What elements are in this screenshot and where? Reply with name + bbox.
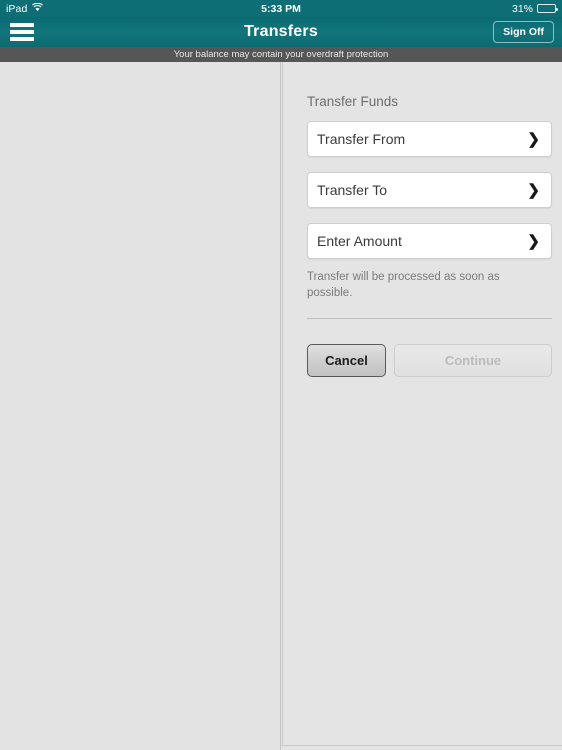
page-title: Transfers <box>244 23 318 40</box>
chevron-right-icon: ❯ <box>527 232 540 250</box>
status-bar-clock: 5:33 PM <box>261 2 301 15</box>
transfer-to-label: Transfer To <box>317 182 388 198</box>
transfer-from-label: Transfer From <box>317 131 406 147</box>
transfer-to-field[interactable]: Transfer To ❯ <box>307 172 552 208</box>
battery-percent-label: 31% <box>511 2 533 15</box>
continue-button: Continue <box>394 344 552 377</box>
battery-icon <box>537 4 558 13</box>
content-area: Transfer Funds Transfer From ❯ Transfer … <box>0 62 562 750</box>
status-bar: iPad 5:33 PM 31% <box>0 0 562 17</box>
chevron-right-icon: ❯ <box>527 181 540 199</box>
app-screen: iPad 5:33 PM 31% Transfers Sign Off Your… <box>0 0 562 750</box>
section-title: Transfer Funds <box>307 94 399 109</box>
status-bar-right: 31% <box>511 2 558 15</box>
wifi-icon <box>32 2 44 15</box>
transfer-from-field[interactable]: Transfer From ❯ <box>307 121 552 157</box>
chevron-right-icon: ❯ <box>527 130 540 148</box>
cancel-button[interactable]: Cancel <box>307 344 386 377</box>
overdraft-banner-text: Your balance may contain your overdraft … <box>173 49 389 60</box>
navigation-bar: Transfers Sign Off <box>0 17 562 47</box>
enter-amount-field[interactable]: Enter Amount ❯ <box>307 223 552 259</box>
status-bar-left: iPad <box>6 2 44 15</box>
action-buttons: Cancel Continue <box>307 344 552 377</box>
device-name: iPad <box>6 2 28 15</box>
divider <box>307 318 552 319</box>
helper-text: Transfer will be processed as soon as po… <box>307 271 500 299</box>
left-pane <box>0 62 281 750</box>
enter-amount-label: Enter Amount <box>317 233 402 249</box>
transfer-funds-panel: Transfer Funds Transfer From ❯ Transfer … <box>282 62 562 746</box>
overdraft-banner: Your balance may contain your overdraft … <box>0 47 562 62</box>
sign-off-button[interactable]: Sign Off <box>493 21 554 43</box>
